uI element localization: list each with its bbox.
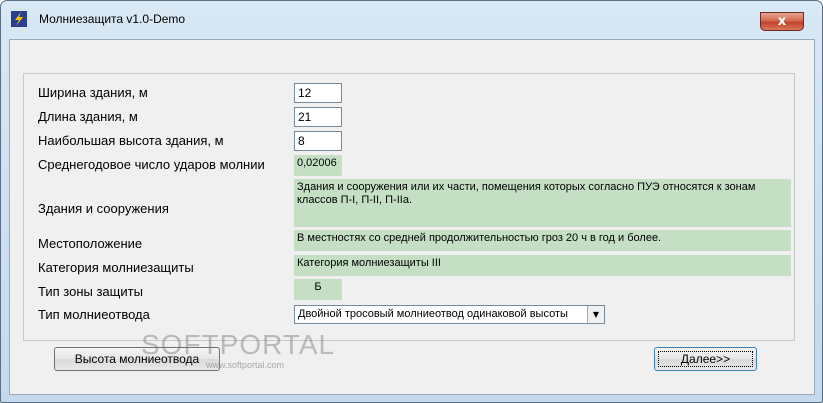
height-label: Наибольшая высота здания, м (38, 133, 224, 148)
location-value: В местностях со средней продолжительност… (294, 230, 791, 251)
watermark-url: www.softportal.com (206, 360, 285, 370)
width-label: Ширина здания, м (38, 85, 148, 100)
zone-value: Б (294, 279, 342, 300)
category-value: Категория молниезащиты III (294, 255, 791, 276)
next-button-label: Далее>> (658, 351, 753, 367)
next-button[interactable]: Далее>> (654, 347, 757, 371)
category-label: Категория молниезащиты (38, 260, 194, 275)
length-input[interactable] (294, 107, 342, 127)
rod-type-select[interactable]: Двойной тросовый молниеотвод одинаковой … (294, 305, 605, 324)
strikes-label: Среднегодовое число ударов молнии (38, 157, 265, 172)
strikes-value: 0,02006 (294, 155, 342, 176)
chevron-down-icon[interactable]: ▼ (587, 306, 604, 323)
length-label: Длина здания, м (38, 109, 138, 124)
rod-type-label: Тип молниеотвода (38, 307, 150, 322)
buildings-value: Здания и сооружения или их части, помеще… (294, 179, 791, 227)
window-title: Молниезащита v1.0-Demo (39, 12, 186, 26)
watermark-logo: SOFTPORTAL (141, 329, 336, 360)
height-input[interactable] (294, 131, 342, 151)
close-button[interactable]: x (760, 12, 804, 31)
rod-type-value: Двойной тросовый молниеотвод одинаковой … (298, 308, 568, 320)
lightning-app-icon (11, 11, 27, 27)
buildings-label: Здания и сооружения (38, 201, 169, 216)
location-label: Местоположение (38, 236, 143, 251)
zone-label: Тип зоны защиты (38, 284, 143, 299)
title-bar[interactable]: Молниезащита v1.0-Demo x (1, 1, 822, 33)
app-window: Молниезащита v1.0-Demo x Ширина здания, … (0, 0, 823, 403)
width-input[interactable] (294, 83, 342, 103)
